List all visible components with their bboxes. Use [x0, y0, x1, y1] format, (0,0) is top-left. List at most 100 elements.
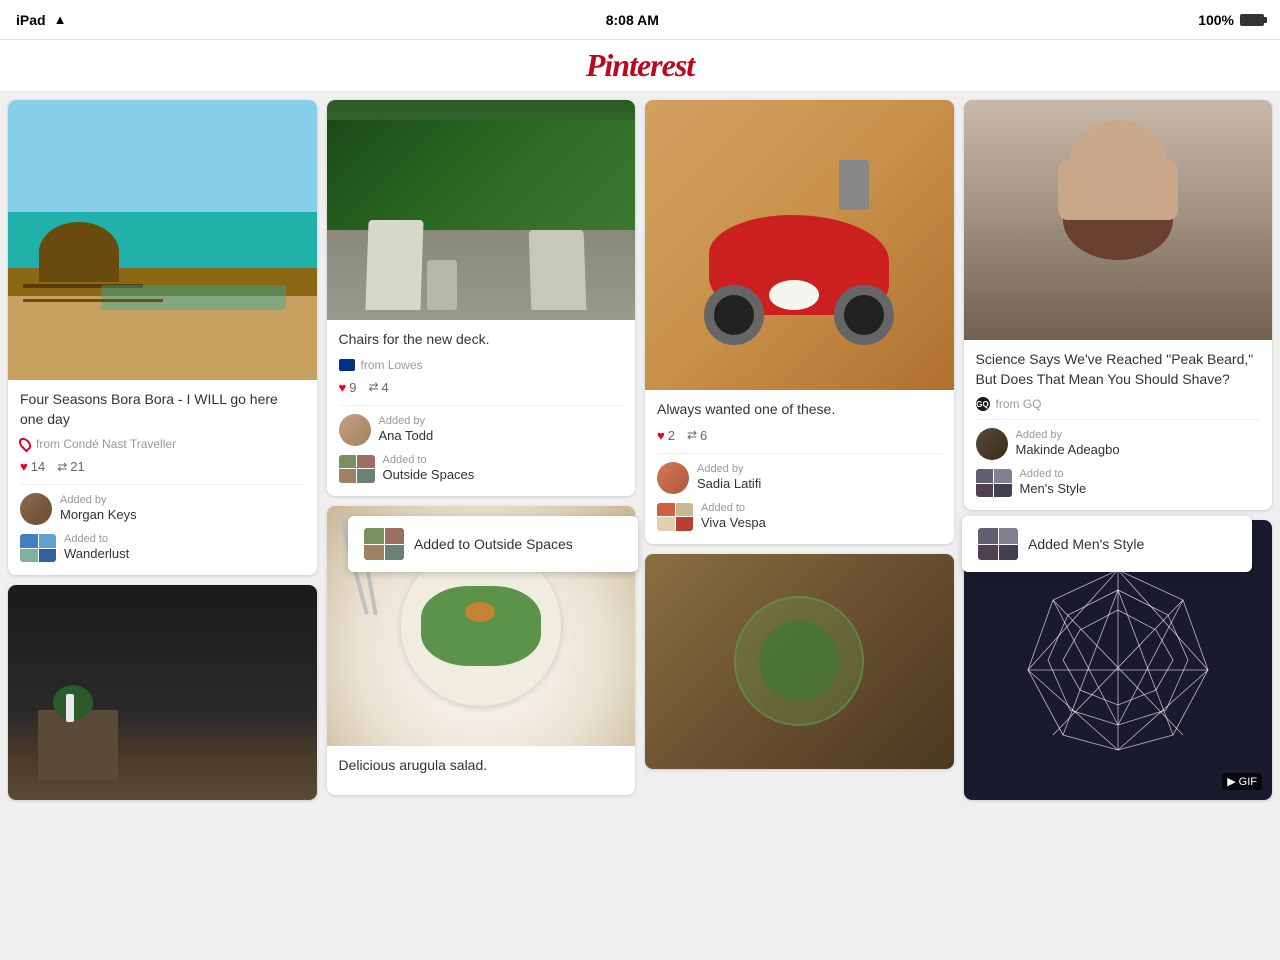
lowes-icon [339, 359, 355, 371]
heart-icon: ♥ [20, 459, 28, 474]
gq-icon: GQ [976, 397, 990, 411]
avatar-ana [339, 414, 371, 446]
pin-stats-scooter: ♥ 2 ⇄ 6 [657, 428, 942, 443]
user-info-morgan: Added by Morgan Keys [60, 494, 305, 524]
user-name-sadia: Sadia Latifi [697, 476, 761, 491]
status-bar: iPad ▲ 8:08 AM 100% [0, 0, 1280, 40]
toast-board-thumb-mens [978, 528, 1018, 560]
pin-board-vespa[interactable]: Added to Viva Vespa [657, 502, 942, 532]
pin-card-scooter[interactable]: Always wanted one of these. ♥ 2 ⇄ 6 Adde… [645, 100, 954, 544]
likes-scooter: ♥ 2 [657, 428, 675, 443]
pin-card-bora-bora[interactable]: Four Seasons Bora Bora - I WILL go here … [8, 100, 317, 575]
pin-user-sadia[interactable]: Added by Sadia Latifi [657, 462, 942, 494]
pin-image-furniture[interactable] [8, 585, 317, 800]
status-right: 100% [1198, 12, 1264, 28]
time-display: 8:08 AM [606, 12, 659, 28]
pin-image-terrarium[interactable] [645, 554, 954, 769]
pin-board-outside[interactable]: Added to Outside Spaces [339, 454, 624, 484]
gif-badge: ▶ GIF [1222, 773, 1262, 790]
repins-bora-bora: ⇄ 21 [57, 459, 85, 474]
pin-user-makinde[interactable]: Added by Makinde Adeagbo [976, 428, 1261, 460]
toast-mens-style: Added Men's Style [962, 516, 1252, 572]
pin-user-bora-bora[interactable]: Added by Morgan Keys [20, 493, 305, 525]
repin-icon-chairs: ⇄ [368, 380, 378, 394]
board-thumb-vespa [657, 503, 693, 531]
geometric-svg [1018, 560, 1218, 760]
play-icon: ▶ [1227, 775, 1235, 788]
repin-icon-scooter: ⇄ [687, 428, 697, 442]
avatar-makinde [976, 428, 1008, 460]
pinterest-logo: Pinterest [586, 47, 694, 84]
likes-chairs: ♥ 9 [339, 380, 357, 395]
pin-title-salad: Delicious arugula salad. [339, 756, 624, 776]
board-thumb-wanderlust [20, 534, 56, 562]
pin-image-chairs[interactable] [327, 100, 636, 320]
column-3: Always wanted one of these. ♥ 2 ⇄ 6 Adde… [645, 100, 954, 952]
app-header: Pinterest [0, 40, 1280, 92]
source-text-chairs: from Lowes [361, 358, 423, 372]
repins-scooter: ⇄ 6 [687, 428, 707, 443]
battery-icon [1240, 14, 1264, 26]
added-by-label: Added by [60, 494, 305, 506]
pin-source-bora-bora: from Condé Nast Traveller [20, 437, 305, 451]
added-to-label-vespa: Added to [701, 502, 942, 514]
board-thumb-outside [339, 455, 375, 483]
added-to-label-mens: Added to [1020, 468, 1261, 480]
board-thumb-mens [976, 469, 1012, 497]
added-to-label-outside: Added to [383, 454, 624, 466]
pin-title-bora-bora: Four Seasons Bora Bora - I WILL go here … [20, 390, 305, 429]
wifi-icon: ▲ [54, 12, 67, 27]
pin-image-bora-bora[interactable] [8, 100, 317, 380]
source-text-beard: from GQ [996, 397, 1042, 411]
pin-card-furniture[interactable] [8, 585, 317, 800]
board-info-outside: Added to Outside Spaces [383, 454, 624, 484]
repins-chairs: ⇄ 4 [368, 380, 388, 395]
added-by-label-makinde: Added by [1016, 429, 1261, 441]
pin-user-ana[interactable]: Added by Ana Todd [339, 414, 624, 446]
pin-image-beard[interactable] [964, 100, 1273, 340]
board-info-vespa: Added to Viva Vespa [701, 502, 942, 532]
user-name-morgan: Morgan Keys [60, 507, 137, 522]
heart-icon-chairs: ♥ [339, 380, 347, 395]
pin-source-chairs: from Lowes [339, 358, 624, 372]
pin-stats-chairs: ♥ 9 ⇄ 4 [339, 380, 624, 395]
toast-outside-spaces: Added to Outside Spaces [348, 516, 638, 572]
pin-board-mens[interactable]: Added to Men's Style [976, 468, 1261, 498]
pin-card-terrarium[interactable] [645, 554, 954, 769]
added-to-label: Added to [64, 533, 305, 545]
gif-label: GIF [1239, 776, 1257, 788]
column-1: Four Seasons Bora Bora - I WILL go here … [8, 100, 317, 952]
pin-content-salad: Delicious arugula salad. [327, 746, 636, 796]
divider-beard [976, 419, 1261, 420]
pin-content-chairs: Chairs for the new deck. from Lowes ♥ 9 … [327, 320, 636, 496]
board-name-mens: Men's Style [1020, 481, 1087, 496]
pin-card-beard[interactable]: Science Says We've Reached "Peak Beard,"… [964, 100, 1273, 510]
board-info-mens: Added to Men's Style [1020, 468, 1261, 498]
pin-title-beard: Science Says We've Reached "Peak Beard,"… [976, 350, 1261, 389]
toast-outside-text: Added to Outside Spaces [414, 536, 573, 552]
repin-icon: ⇄ [57, 460, 67, 474]
user-info-ana: Added by Ana Todd [379, 415, 624, 445]
board-name-outside: Outside Spaces [383, 467, 475, 482]
user-name-ana: Ana Todd [379, 428, 434, 443]
content-wrapper: Added to Outside Spaces Added Men's Styl… [8, 100, 1272, 952]
added-by-label-ana: Added by [379, 415, 624, 427]
status-left: iPad ▲ [16, 12, 66, 28]
heart-icon-scooter: ♥ [657, 428, 665, 443]
likes-bora-bora: ♥ 14 [20, 459, 45, 474]
board-info-wanderlust: Added to Wanderlust [64, 533, 305, 563]
pin-content-bora-bora: Four Seasons Bora Bora - I WILL go here … [8, 380, 317, 575]
pin-title-scooter: Always wanted one of these. [657, 400, 942, 420]
divider-chairs [339, 405, 624, 406]
avatar-morgan [20, 493, 52, 525]
pin-image-scooter[interactable] [645, 100, 954, 390]
divider-scooter [657, 453, 942, 454]
board-name-vespa: Viva Vespa [701, 515, 766, 530]
pin-card-chairs[interactable]: Chairs for the new deck. from Lowes ♥ 9 … [327, 100, 636, 496]
divider [20, 484, 305, 485]
pin-source-beard: GQ from GQ [976, 397, 1261, 411]
location-icon [17, 436, 34, 453]
pin-board-wanderlust[interactable]: Added to Wanderlust [20, 533, 305, 563]
toast-mens-text: Added Men's Style [1028, 536, 1144, 552]
user-info-sadia: Added by Sadia Latifi [697, 463, 942, 493]
